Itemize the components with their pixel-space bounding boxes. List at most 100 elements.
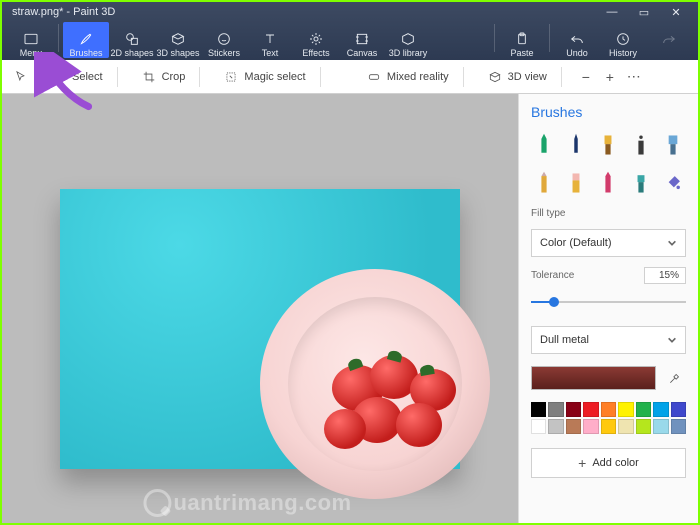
color-swatch[interactable]: [618, 402, 633, 417]
tab-stickers[interactable]: Stickers: [201, 22, 247, 58]
tab-3d-library[interactable]: 3D library: [385, 22, 431, 58]
brush-icon: [78, 30, 94, 48]
mixed-label: Mixed reality: [387, 71, 449, 83]
material-value: Dull metal: [540, 334, 589, 346]
crop-tool[interactable]: Crop: [130, 60, 213, 93]
mixed-reality-button[interactable]: Mixed reality: [355, 60, 476, 93]
window-title: straw.png* - Paint 3D: [8, 6, 596, 18]
brush-pixel[interactable]: [628, 168, 654, 198]
eyedropper-button[interactable]: [664, 367, 686, 389]
color-swatch[interactable]: [653, 419, 668, 434]
text-icon: [262, 30, 278, 48]
shapes2d-icon: [124, 30, 140, 48]
brush-oil[interactable]: [595, 130, 621, 160]
close-button[interactable]: ✕: [660, 6, 692, 19]
color-swatch[interactable]: [618, 419, 633, 434]
tolerance-value[interactable]: 15%: [644, 267, 686, 284]
color-swatch[interactable]: [671, 402, 686, 417]
tab-effects[interactable]: Effects: [293, 22, 339, 58]
tab-brushes[interactable]: Brushes: [63, 22, 109, 58]
shapes3d-icon: [170, 30, 186, 48]
tab-canvas[interactable]: Canvas: [339, 22, 385, 58]
color-swatch[interactable]: [601, 402, 616, 417]
tab-label: Stickers: [208, 48, 240, 58]
select-tool[interactable]: Select: [40, 60, 130, 93]
pointer-tool[interactable]: [2, 60, 40, 93]
effects-icon: [308, 30, 324, 48]
material-dropdown[interactable]: Dull metal: [531, 326, 686, 354]
paste-icon: [514, 30, 530, 48]
color-swatch[interactable]: [566, 402, 581, 417]
redo-label: [668, 48, 671, 58]
separator: [58, 24, 59, 52]
color-swatch[interactable]: [601, 419, 616, 434]
3dview-label: 3D view: [508, 71, 547, 83]
3d-view-button[interactable]: 3D view: [476, 60, 574, 93]
fill-type-label: Fill type: [531, 208, 686, 219]
zoom-out-button[interactable]: −: [574, 69, 598, 85]
brush-watercolor[interactable]: [660, 130, 686, 160]
tab-text[interactable]: Text: [247, 22, 293, 58]
fill-type-value: Color (Default): [540, 237, 612, 249]
undo-label: Undo: [566, 48, 588, 58]
tolerance-slider[interactable]: [531, 294, 686, 310]
plus-icon: +: [578, 455, 586, 471]
tab-label: Brushes: [69, 48, 102, 58]
brush-marker[interactable]: [531, 130, 557, 160]
brush-spray[interactable]: [628, 130, 654, 160]
history-icon: [615, 30, 631, 48]
color-swatch[interactable]: [583, 402, 598, 417]
library-icon: [400, 30, 416, 48]
add-color-label: Add color: [592, 457, 638, 469]
magic-select-tool[interactable]: Magic select: [212, 60, 332, 93]
zoom-in-button[interactable]: +: [598, 69, 622, 85]
paste-button[interactable]: Paste: [499, 22, 545, 58]
minimize-button[interactable]: —: [596, 6, 628, 18]
panel-title: Brushes: [531, 104, 686, 120]
brush-crayon[interactable]: [595, 168, 621, 198]
tab-2d-shapes[interactable]: 2D shapes: [109, 22, 155, 58]
stickers-icon: [216, 30, 232, 48]
add-color-button[interactable]: + Add color: [531, 448, 686, 478]
history-button[interactable]: History: [600, 22, 646, 58]
current-color-swatch[interactable]: [531, 366, 656, 390]
canvas-image: [60, 189, 460, 469]
color-swatch[interactable]: [671, 419, 686, 434]
chevron-down-icon: [667, 238, 677, 248]
watermark-q-icon: [143, 489, 171, 517]
tab-label: Effects: [302, 48, 329, 58]
titlebar: straw.png* - Paint 3D — ▭ ✕ Menu Brushes…: [2, 2, 698, 60]
brush-calligraphy[interactable]: [563, 130, 589, 160]
color-swatch[interactable]: [636, 419, 651, 434]
brush-eraser[interactable]: [563, 168, 589, 198]
tab-3d-shapes[interactable]: 3D shapes: [155, 22, 201, 58]
tab-label: Canvas: [347, 48, 378, 58]
undo-button[interactable]: Undo: [554, 22, 600, 58]
tab-label: 2D shapes: [110, 48, 153, 58]
plate-illustration: [260, 269, 490, 499]
history-label: History: [609, 48, 637, 58]
color-swatch[interactable]: [531, 402, 546, 417]
magic-label: Magic select: [244, 71, 305, 83]
color-swatch[interactable]: [566, 419, 581, 434]
color-swatch[interactable]: [548, 402, 563, 417]
brush-pencil[interactable]: [531, 168, 557, 198]
crop-label: Crop: [162, 71, 186, 83]
color-swatch[interactable]: [548, 419, 563, 434]
color-swatch[interactable]: [583, 419, 598, 434]
fill-type-dropdown[interactable]: Color (Default): [531, 229, 686, 257]
maximize-button[interactable]: ▭: [628, 6, 660, 19]
main-area: uantrimang.com Brushes Fill type Color (…: [2, 94, 698, 523]
menu-button[interactable]: Menu: [8, 22, 54, 58]
color-swatch[interactable]: [653, 402, 668, 417]
select-label: Select: [72, 71, 103, 83]
color-swatch[interactable]: [636, 402, 651, 417]
brushes-panel: Brushes Fill type Color (Default) Tolera…: [518, 94, 698, 523]
paste-label: Paste: [510, 48, 533, 58]
brush-fill[interactable]: [660, 168, 686, 198]
canvas-viewport[interactable]: uantrimang.com: [2, 94, 518, 523]
undo-icon: [569, 30, 585, 48]
overflow-button[interactable]: ⋯: [622, 68, 646, 85]
color-swatch[interactable]: [531, 419, 546, 434]
tolerance-label: Tolerance: [531, 270, 574, 281]
